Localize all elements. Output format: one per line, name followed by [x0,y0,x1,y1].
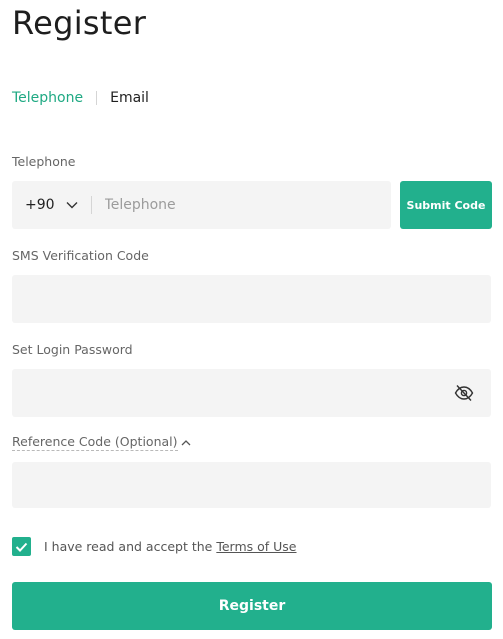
tab-telephone[interactable]: Telephone [12,90,83,106]
terms-checkbox[interactable] [12,537,31,556]
sms-code-input[interactable] [12,275,491,323]
page-title: Register [12,4,147,42]
country-code-select[interactable]: +90 [12,181,78,229]
telephone-label: Telephone [12,154,76,169]
reference-code-field [12,462,491,508]
telephone-input[interactable] [91,181,391,229]
terms-text: I have read and accept the [44,539,213,554]
reference-code-label: Reference Code (Optional) [12,434,178,451]
sms-code-label: SMS Verification Code [12,248,149,263]
tab-divider [96,91,98,105]
terms-of-use-link[interactable]: Terms of Use [216,539,296,554]
reference-code-toggle[interactable]: Reference Code (Optional) [12,434,191,451]
country-code-value: +90 [25,197,55,213]
register-method-tabs: Telephone Email [12,90,149,106]
submit-code-button[interactable]: Submit Code [400,181,492,229]
password-field [12,369,491,417]
chevron-up-icon [181,439,191,446]
sms-code-field [12,275,491,323]
terms-row: I have read and accept the Terms of Use [12,537,297,556]
password-label: Set Login Password [12,342,133,357]
eye-off-icon[interactable] [454,384,474,406]
chevron-down-icon [66,201,78,209]
tab-email[interactable]: Email [110,90,149,106]
password-input[interactable] [12,369,491,417]
register-button[interactable]: Register [12,582,492,630]
telephone-field: +90 [12,181,391,229]
reference-code-input[interactable] [12,462,491,508]
